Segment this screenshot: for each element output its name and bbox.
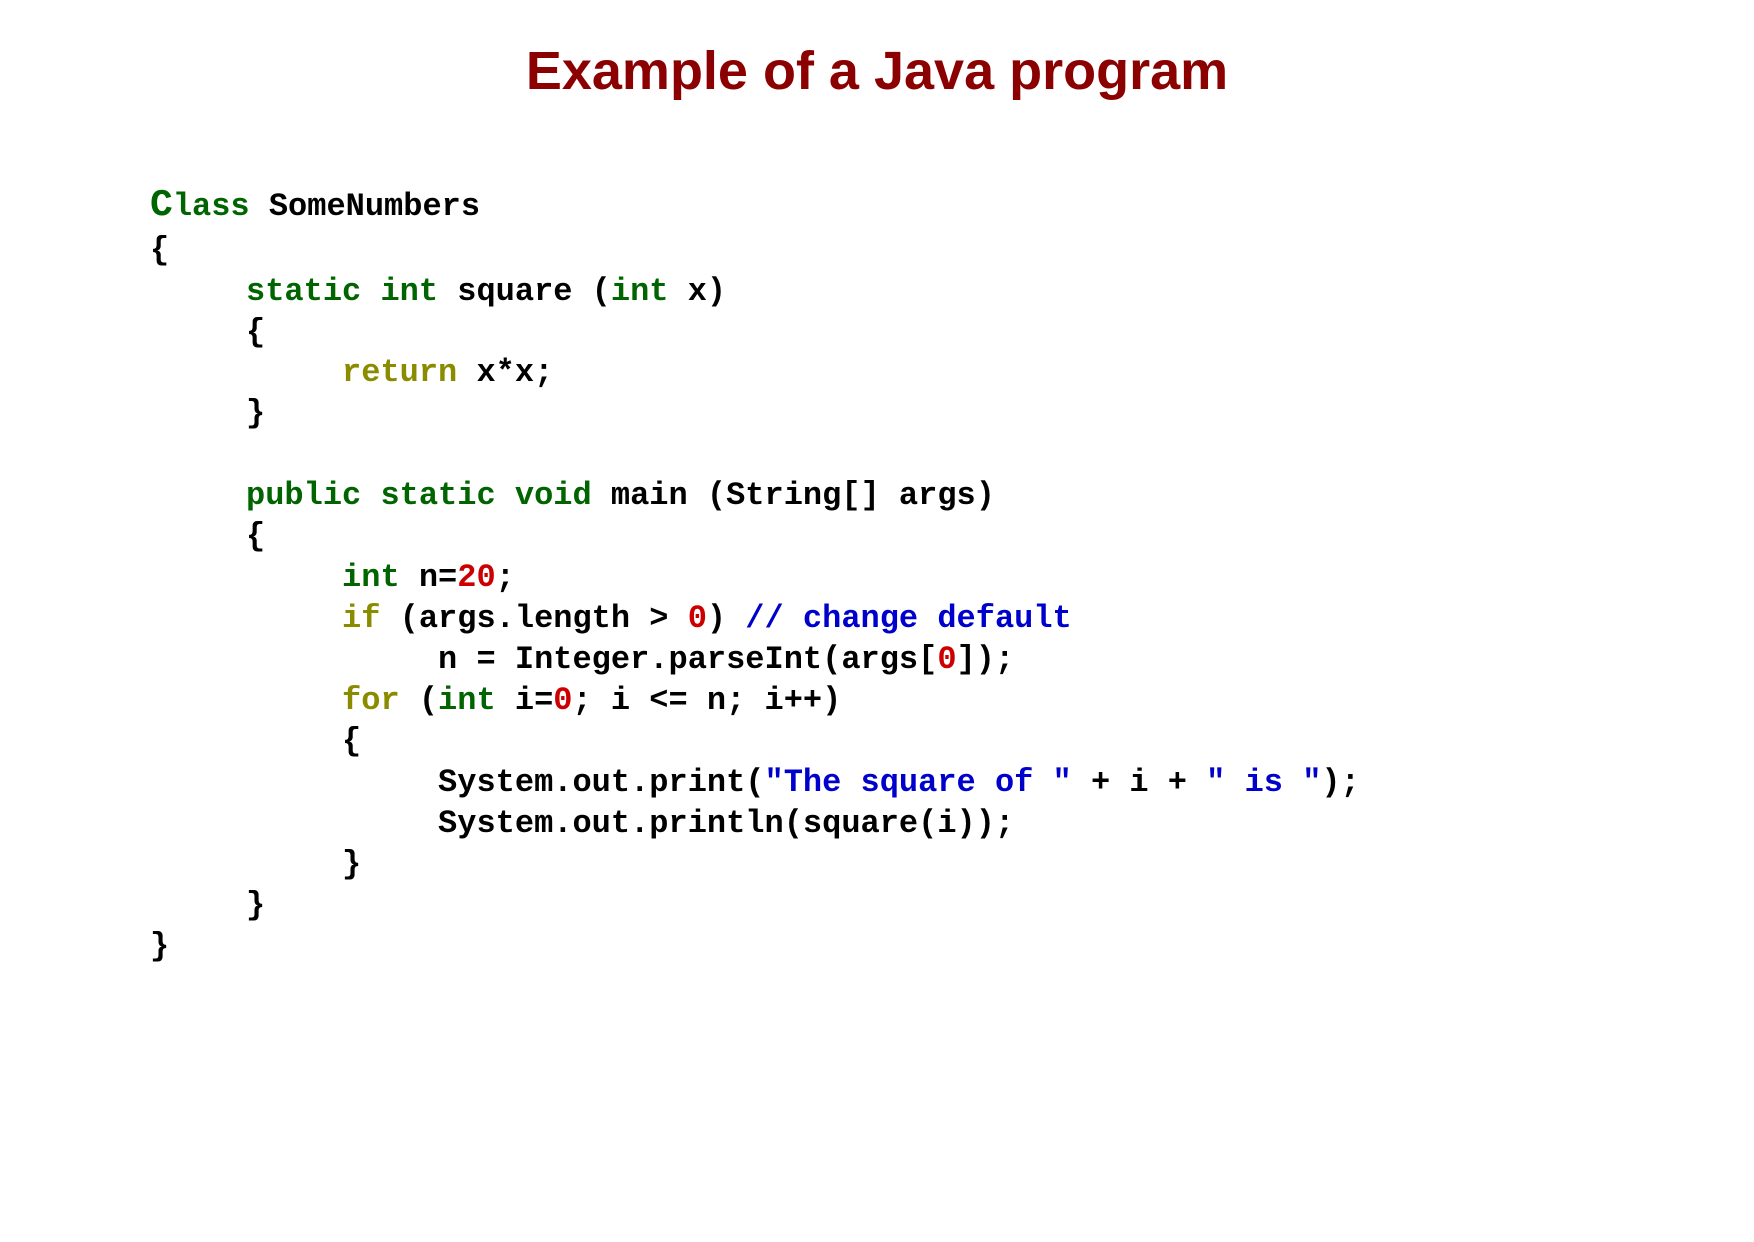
class-keyword-c: C bbox=[150, 184, 173, 227]
parseint-call-1: n = Integer.parseInt(args[ bbox=[438, 641, 937, 678]
public-kw: public bbox=[246, 477, 361, 514]
int-kw-1: int bbox=[380, 273, 438, 310]
for-cond-2: i= bbox=[496, 682, 554, 719]
brace-open-2: { bbox=[246, 314, 265, 351]
code-listing: Class SomeNumbers { static int square (i… bbox=[0, 182, 1754, 968]
n-decl: n= bbox=[400, 559, 458, 596]
square-sig-1: square ( bbox=[438, 273, 611, 310]
void-kw: void bbox=[515, 477, 592, 514]
brace-open-3: { bbox=[246, 518, 265, 555]
close-paren-1: ); bbox=[1321, 764, 1359, 801]
square-sig-2: x) bbox=[668, 273, 726, 310]
parseint-call-2: ]); bbox=[957, 641, 1015, 678]
brace-open-4: { bbox=[342, 723, 361, 760]
brace-close-4: } bbox=[150, 928, 169, 965]
comment: // change default bbox=[745, 600, 1071, 637]
literal-0-1: 0 bbox=[688, 600, 707, 637]
static-kw-1: static bbox=[246, 273, 361, 310]
slide-title: Example of a Java program bbox=[0, 40, 1754, 102]
string-literal-2: " is " bbox=[1206, 764, 1321, 801]
brace-open-1: { bbox=[150, 232, 169, 269]
plus-i: + i + bbox=[1072, 764, 1206, 801]
brace-close-3: } bbox=[246, 887, 265, 924]
brace-close-2: } bbox=[342, 846, 361, 883]
return-expr: x*x; bbox=[457, 354, 553, 391]
semicolon-1: ; bbox=[496, 559, 515, 596]
literal-20: 20 bbox=[457, 559, 495, 596]
int-kw-4: int bbox=[438, 682, 496, 719]
system-out-print: System.out.print( bbox=[438, 764, 764, 801]
class-name: SomeNumbers bbox=[250, 188, 480, 225]
return-kw: return bbox=[342, 354, 457, 391]
for-cond-1: ( bbox=[400, 682, 438, 719]
class-keyword-rest: lass bbox=[173, 188, 250, 225]
string-literal-1: "The square of " bbox=[765, 764, 1072, 801]
for-kw: for bbox=[342, 682, 400, 719]
brace-close-1: } bbox=[246, 395, 265, 432]
if-cond-1: (args.length > bbox=[380, 600, 687, 637]
static-kw-2: static bbox=[380, 477, 495, 514]
literal-0-2: 0 bbox=[937, 641, 956, 678]
literal-0-3: 0 bbox=[553, 682, 572, 719]
system-out-println: System.out.println(square(i)); bbox=[438, 805, 1014, 842]
for-cond-3: ; i <= n; i++) bbox=[572, 682, 841, 719]
if-kw: if bbox=[342, 600, 380, 637]
int-kw-2: int bbox=[611, 273, 669, 310]
if-cond-2: ) bbox=[707, 600, 745, 637]
main-sig: main (String[] args) bbox=[592, 477, 995, 514]
int-kw-3: int bbox=[342, 559, 400, 596]
